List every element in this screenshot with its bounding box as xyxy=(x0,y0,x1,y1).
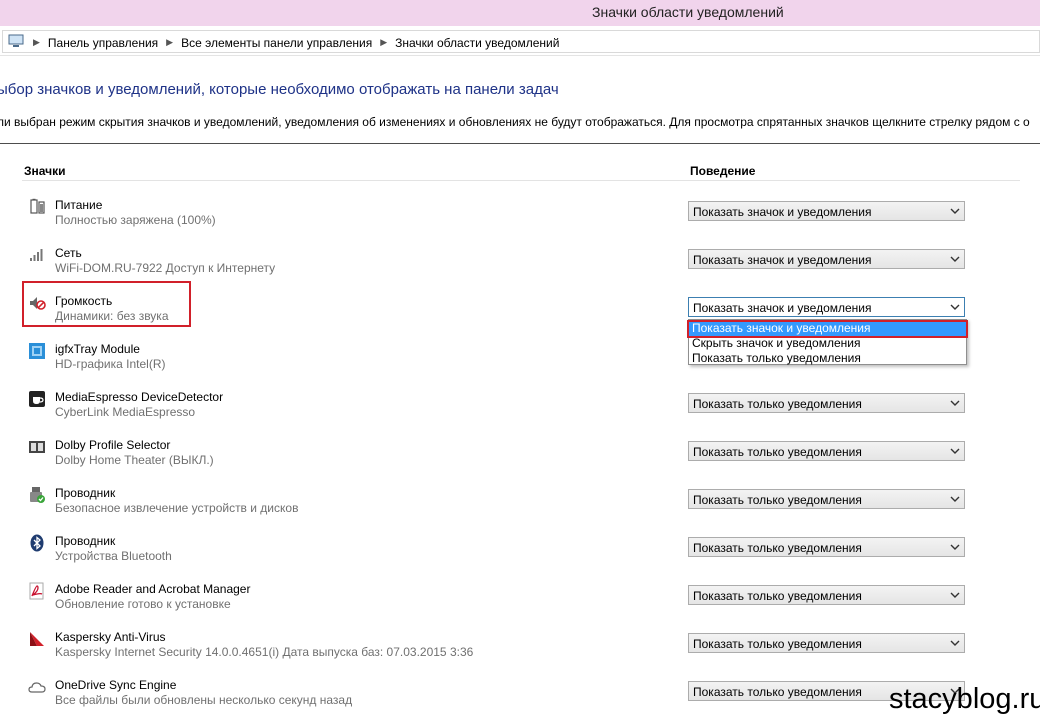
row-status: WiFi-DOM.RU-7922 Доступ к Интернету xyxy=(55,261,276,275)
watermark: stacyblog.ru xyxy=(889,683,1040,715)
chevron-down-icon xyxy=(950,304,960,310)
row-name: Проводник xyxy=(55,534,116,548)
behavior-select-value: Показать только уведомления xyxy=(693,637,862,651)
onedrive-cloud-icon xyxy=(28,682,46,693)
bluetooth-icon xyxy=(30,534,44,552)
table-row: Проводник Устройства Bluetooth Показать … xyxy=(0,532,1040,580)
row-name: Dolby Profile Selector xyxy=(55,438,171,452)
behavior-select[interactable]: Показать только уведомления xyxy=(688,537,965,557)
row-name: Сеть xyxy=(55,246,82,260)
table-row: Dolby Profile Selector Dolby Home Theate… xyxy=(0,436,1040,484)
dolby-icon xyxy=(29,441,45,453)
behavior-select[interactable]: Показать только уведомления xyxy=(688,441,965,461)
kaspersky-icon xyxy=(30,632,44,646)
breadcrumb-item-control-panel[interactable]: Панель управления xyxy=(48,36,158,50)
column-divider xyxy=(22,180,1020,181)
chevron-down-icon xyxy=(950,640,960,646)
behavior-select-value: Показать только уведомления xyxy=(693,685,862,699)
page-heading: ыбор значков и уведомлений, которые необ… xyxy=(0,81,559,98)
intel-graphics-icon xyxy=(29,343,45,359)
table-row: Питание Полностью заряжена (100%) Показа… xyxy=(0,196,1040,244)
page-description: ли выбран режим скрытия значков и уведом… xyxy=(0,115,1030,129)
row-name: MediaEspresso DeviceDetector xyxy=(55,390,224,404)
window-title: Значки области уведомлений xyxy=(592,4,784,20)
behavior-select-value: Показать только уведомления xyxy=(693,397,862,411)
breadcrumb-separator-icon: ▶ xyxy=(380,37,388,48)
volume-highlight-frame xyxy=(22,281,191,327)
address-bar: ▶ Панель управления ▶ Все элементы панели у… xyxy=(0,27,1040,56)
breadcrumb-separator-icon: ▶ xyxy=(166,37,174,48)
behavior-select[interactable]: Показать значок и уведомления xyxy=(688,297,965,317)
battery-icon xyxy=(30,198,45,214)
mediaespresso-icon xyxy=(29,391,45,407)
breadcrumb-item-notification-icons[interactable]: Значки области уведомлений xyxy=(395,36,559,50)
row-name: OneDrive Sync Engine xyxy=(55,678,177,692)
chevron-down-icon xyxy=(950,400,960,406)
row-status: CyberLink MediaEspresso xyxy=(55,405,196,419)
row-name: Kaspersky Anti-Virus xyxy=(55,630,166,644)
chevron-down-icon xyxy=(950,592,960,598)
row-name: Проводник xyxy=(55,486,116,500)
chevron-down-icon xyxy=(950,544,960,550)
chevron-down-icon xyxy=(950,496,960,502)
table-row: OneDrive Sync Engine Все файлы были обно… xyxy=(0,676,1040,724)
behavior-select[interactable]: Показать только уведомления xyxy=(688,393,965,413)
behavior-dropdown-list: Показать значок и уведомления Скрыть зна… xyxy=(687,319,968,366)
breadcrumb-item-all-items[interactable]: Все элементы панели управления xyxy=(181,36,372,50)
behavior-select-value: Показать значок и уведомления xyxy=(693,205,872,219)
chevron-down-icon xyxy=(950,208,960,214)
row-status: Безопасное извлечение устройств и дисков xyxy=(55,501,299,515)
dropdown-option-show-icon-and-notifications[interactable]: Показать значок и уведомления xyxy=(689,321,966,336)
row-status: HD-графика Intel(R) xyxy=(55,357,166,371)
behavior-select-value: Показать только уведомления xyxy=(693,541,862,555)
behavior-select-value: Показать значок и уведомления xyxy=(693,301,872,315)
address-box[interactable]: ▶ Панель управления ▶ Все элементы панели у… xyxy=(2,30,1040,53)
dropdown-option-hide-icon-and-notifications[interactable]: Скрыть значок и уведомления xyxy=(689,336,966,351)
table-row: Adobe Reader and Acrobat Manager Обновле… xyxy=(0,580,1040,628)
behavior-select-value: Показать только уведомления xyxy=(693,589,862,603)
behavior-select-value: Показать только уведомления xyxy=(693,445,862,459)
row-name: igfxTray Module xyxy=(55,342,140,356)
row-name: Питание xyxy=(55,198,103,212)
table-row: MediaEspresso DeviceDetector CyberLink M… xyxy=(0,388,1040,436)
row-status: Dolby Home Theater (ВЫКЛ.) xyxy=(55,453,214,467)
column-header-icons: Значки xyxy=(24,164,66,178)
table-row: Проводник Безопасное извлечение устройст… xyxy=(0,484,1040,532)
behavior-select[interactable]: Показать значок и уведомления xyxy=(688,201,965,221)
row-status: Kaspersky Internet Security 14.0.0.4651(… xyxy=(55,645,474,659)
behavior-select[interactable]: Показать только уведомления xyxy=(688,585,965,605)
breadcrumb: ▶ Панель управления ▶ Все элементы панели у… xyxy=(33,35,559,50)
dropdown-option-only-notifications[interactable]: Показать только уведомления xyxy=(689,351,966,366)
behavior-select[interactable]: Показать значок и уведомления xyxy=(688,249,965,269)
control-panel-icon xyxy=(8,34,24,47)
row-status: Все файлы были обновлены несколько секун… xyxy=(55,693,353,707)
title-bar: Значки области уведомлений xyxy=(0,0,1040,26)
row-name: Adobe Reader and Acrobat Manager xyxy=(55,582,251,596)
row-status: Полностью заряжена (100%) xyxy=(55,213,216,227)
column-header-behavior: Поведение xyxy=(690,164,756,178)
behavior-select-value: Показать значок и уведомления xyxy=(693,253,872,267)
adobe-icon xyxy=(29,582,44,600)
divider xyxy=(0,143,1040,144)
row-status: Обновление готово к установке xyxy=(55,597,231,611)
behavior-select[interactable]: Показать только уведомления xyxy=(688,633,965,653)
breadcrumb-separator-icon: ▶ xyxy=(33,37,40,48)
usb-eject-icon xyxy=(30,487,45,503)
chevron-down-icon xyxy=(950,448,960,454)
wifi-signal-icon xyxy=(30,249,43,261)
table-row: Kaspersky Anti-Virus Kaspersky Internet … xyxy=(0,628,1040,676)
row-status: Устройства Bluetooth xyxy=(55,549,172,563)
behavior-select[interactable]: Показать только уведомления xyxy=(688,489,965,509)
behavior-select-value: Показать только уведомления xyxy=(693,493,862,507)
chevron-down-icon xyxy=(950,256,960,262)
